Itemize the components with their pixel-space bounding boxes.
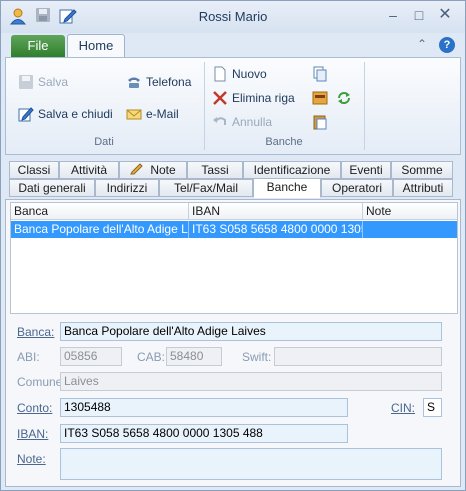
column-header-iban[interactable]: IBAN <box>189 203 363 220</box>
contact-window: Rossi Mario – □ ✕ File Home ⌃ ? Salva Sa… <box>0 0 466 491</box>
tab-tassi[interactable]: Tassi <box>187 161 243 179</box>
email-button[interactable]: e-Mail <box>126 104 179 124</box>
cell-iban: IT63 S058 5658 4800 0000 1305 488 <box>189 221 363 238</box>
tab-banche[interactable]: Banche <box>253 178 321 198</box>
banks-grid[interactable]: Banca IBAN Note Banca Popolare dell'Alto… <box>10 202 458 314</box>
ribbon-panel: Salva Salva e chiudi Telefona e-Mail Dat… <box>5 57 461 155</box>
tab-classi[interactable]: Classi <box>9 161 59 179</box>
cin-field[interactable]: S <box>423 398 442 417</box>
maximize-button[interactable]: □ <box>407 5 431 25</box>
new-bank-button[interactable]: Nuovo <box>212 64 267 84</box>
delete-row-button[interactable]: Elimina riga <box>212 88 295 108</box>
pencil-icon <box>130 161 144 179</box>
save-label: Salva <box>38 75 69 89</box>
column-header-note[interactable]: Note <box>363 203 457 220</box>
bank-icon[interactable] <box>312 90 328 106</box>
tab-operatori[interactable]: Operatori <box>321 179 393 197</box>
iban-label: IBAN: <box>17 427 49 441</box>
banca-field[interactable]: Banca Popolare dell'Alto Adige Laives <box>60 322 442 341</box>
red-x-icon <box>212 90 228 106</box>
home-tab[interactable]: Home <box>67 34 125 58</box>
save-button[interactable]: Salva <box>18 72 68 92</box>
abi-field[interactable]: 05856 <box>60 347 122 366</box>
tab-dati-generali[interactable]: Dati generali <box>9 179 95 197</box>
new-bank-label: Nuovo <box>232 67 267 81</box>
telephone-icon <box>126 74 142 90</box>
cab-label: CAB: <box>137 350 166 364</box>
tab-note-label: Note <box>150 163 176 177</box>
dati-group-label: Dati <box>94 136 114 148</box>
iban-field[interactable]: IT63 S058 5658 4800 0000 1305 488 <box>60 424 348 443</box>
tab-attivita[interactable]: Attività <box>59 161 119 179</box>
cab-field[interactable]: 58480 <box>166 347 222 366</box>
tab-tel-fax-mail[interactable]: Tel/Fax/Mail <box>159 179 253 197</box>
undo-icon <box>212 114 228 130</box>
conto-label: Conto: <box>17 401 53 415</box>
save-close-icon <box>18 106 34 122</box>
telephone-label: Telefona <box>146 75 192 89</box>
tab-somme[interactable]: Somme <box>391 161 453 179</box>
envelope-icon <box>126 106 142 122</box>
new-document-icon <box>212 66 228 82</box>
cancel-button[interactable]: Annulla <box>212 112 272 132</box>
copy-icon[interactable] <box>312 66 328 82</box>
grid-header: Banca IBAN Note <box>11 203 457 220</box>
note-label: Note: <box>17 452 46 466</box>
paste-icon[interactable] <box>312 114 328 130</box>
close-button[interactable]: ✕ <box>433 5 457 25</box>
tab-eventi[interactable]: Eventi <box>341 161 391 179</box>
group-separator <box>204 62 205 150</box>
telephone-button[interactable]: Telefona <box>126 72 191 92</box>
tab-note[interactable]: Note <box>119 161 187 179</box>
email-label: e-Mail <box>146 107 179 121</box>
minimize-button[interactable]: – <box>381 5 405 25</box>
refresh-icon[interactable] <box>336 90 352 106</box>
swift-field[interactable] <box>274 347 442 366</box>
abi-label: ABI: <box>17 350 40 364</box>
comune-label: Comune: <box>17 375 66 389</box>
banks-panel: Banca IBAN Note Banca Popolare dell'Alto… <box>5 199 461 487</box>
tab-indirizzi[interactable]: Indirizzi <box>95 179 159 197</box>
comune-field[interactable]: Laives <box>60 372 442 391</box>
cell-banca: Banca Popolare dell'Alto Adige Laives <box>11 221 189 238</box>
column-header-banca[interactable]: Banca <box>11 203 189 220</box>
cell-note <box>363 221 457 238</box>
disk-icon <box>18 74 34 90</box>
help-icon[interactable]: ? <box>439 37 455 53</box>
swift-label: Swift: <box>242 350 272 364</box>
note-field[interactable] <box>60 448 442 480</box>
file-tab[interactable]: File <box>11 35 65 57</box>
cancel-label: Annulla <box>232 115 273 129</box>
tab-attributi[interactable]: Attributi <box>393 179 453 197</box>
save-and-close-button[interactable]: Salva e chiudi <box>18 104 113 124</box>
banca-label: Banca: <box>17 325 55 339</box>
table-row[interactable]: Banca Popolare dell'Alto Adige Laives IT… <box>11 221 457 238</box>
save-and-close-label: Salva e chiudi <box>38 107 113 121</box>
title-bar: Rossi Mario – □ ✕ <box>1 1 465 33</box>
banche-group-label: Banche <box>265 136 303 148</box>
form-tab-strip: Classi Attività Note Tassi Identificazio… <box>5 159 461 199</box>
conto-field[interactable]: 1305488 <box>60 398 348 417</box>
group-separator <box>364 62 365 150</box>
collapse-ribbon-icon[interactable]: ⌃ <box>417 37 427 51</box>
cin-label: CIN: <box>391 401 415 415</box>
ribbon-tab-strip: File Home ⌃ ? <box>1 33 465 58</box>
tab-identificazione[interactable]: Identificazione <box>243 161 341 179</box>
delete-row-label: Elimina riga <box>232 91 295 105</box>
